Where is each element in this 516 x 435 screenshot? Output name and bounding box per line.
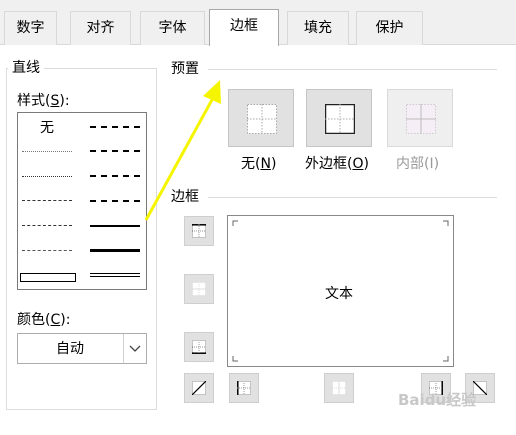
border-top-button[interactable] <box>184 216 214 246</box>
tab-fill[interactable]: 填充 <box>287 11 349 45</box>
border-top-icon <box>192 224 206 238</box>
tab-number[interactable]: 数字 <box>4 11 57 45</box>
preview-text: 文本 <box>325 286 353 302</box>
tab-protection[interactable]: 保护 <box>356 11 423 45</box>
border-left-button[interactable] <box>229 373 259 403</box>
color-select[interactable]: 自动 <box>17 333 147 364</box>
border-preview[interactable]: 文本 <box>227 215 454 367</box>
tab-alignment[interactable]: 对齐 <box>70 11 131 45</box>
preset-none-button[interactable] <box>228 89 294 147</box>
style-label: 样式(S): <box>17 93 70 109</box>
tab-label: 字体 <box>158 20 187 36</box>
preset-inside-text: 内部 <box>396 156 424 172</box>
line-group-title: 直线 <box>8 60 44 76</box>
border-separator <box>208 197 497 198</box>
border-outline-icon <box>325 104 355 134</box>
border-inside-icon <box>406 104 436 134</box>
line-style-none[interactable]: 无 <box>40 120 54 136</box>
line-style-thin-selected[interactable] <box>20 273 76 282</box>
line-style-medium-dash-dot[interactable] <box>90 175 140 177</box>
preset-inside-accelerator: I <box>429 156 434 172</box>
border-inside-vertical-icon <box>332 381 346 395</box>
border-none-icon <box>247 104 277 134</box>
tab-border[interactable]: 边框 <box>209 9 279 46</box>
color-label: 颜色(C): <box>17 312 71 328</box>
line-style-slant-dash-dot[interactable] <box>90 150 140 152</box>
preset-none-accelerator: N <box>260 156 271 172</box>
border-inside-horizontal-icon <box>192 282 206 296</box>
preset-none-label: 无(N) <box>241 156 277 172</box>
line-style-medium-dashed[interactable] <box>90 200 140 202</box>
line-style-dashed[interactable] <box>22 250 72 251</box>
line-style-dash-dot[interactable] <box>22 225 72 226</box>
line-style-dotted[interactable] <box>22 176 72 177</box>
presets-title: 预置 <box>167 61 203 77</box>
dropdown-button[interactable] <box>123 334 146 363</box>
tab-label: 填充 <box>304 20 332 36</box>
line-style-thick[interactable] <box>90 249 140 252</box>
border-title: 边框 <box>167 189 203 205</box>
color-accelerator: C <box>50 312 61 328</box>
diagonal-up-icon <box>192 381 206 395</box>
line-style-double[interactable] <box>90 273 140 277</box>
tab-label: 保护 <box>375 20 404 36</box>
tab-label: 边框 <box>230 18 258 34</box>
line-style-medium-dash-dot-dot[interactable] <box>90 126 140 128</box>
line-style-dash-dot-dot[interactable] <box>22 200 72 201</box>
line-style-medium[interactable] <box>90 225 140 227</box>
tab-font[interactable]: 字体 <box>140 11 205 45</box>
color-label-text: 颜色 <box>17 312 45 328</box>
preset-none-text: 无 <box>241 156 255 172</box>
presets-separator <box>208 69 497 70</box>
preset-outline-accelerator: O <box>352 156 364 172</box>
border-inside-vertical-button[interactable] <box>324 373 354 403</box>
tab-label: 数字 <box>16 20 45 36</box>
preset-outline-label: 外边框(O) <box>305 156 369 172</box>
border-bottom-button[interactable] <box>184 332 214 362</box>
preset-outline-text: 外边框 <box>305 156 347 172</box>
style-accelerator: S <box>50 93 60 109</box>
border-left-icon <box>237 381 251 395</box>
border-diagonal-up-button[interactable] <box>184 373 214 403</box>
line-style-hairline[interactable] <box>22 151 72 152</box>
line-style-list[interactable]: 无 <box>17 112 147 290</box>
color-value: 自动 <box>56 341 84 357</box>
watermark: Baidu经验 <box>398 391 477 409</box>
tab-label: 对齐 <box>86 20 115 36</box>
preset-inside-label: 内部(I) <box>396 156 440 172</box>
preset-inside-button[interactable] <box>387 89 453 147</box>
style-label-text: 样式 <box>17 93 45 109</box>
chevron-down-icon <box>129 345 141 352</box>
preset-outline-button[interactable] <box>306 89 372 147</box>
border-bottom-icon <box>192 340 206 354</box>
border-inside-horizontal-button[interactable] <box>184 274 214 304</box>
